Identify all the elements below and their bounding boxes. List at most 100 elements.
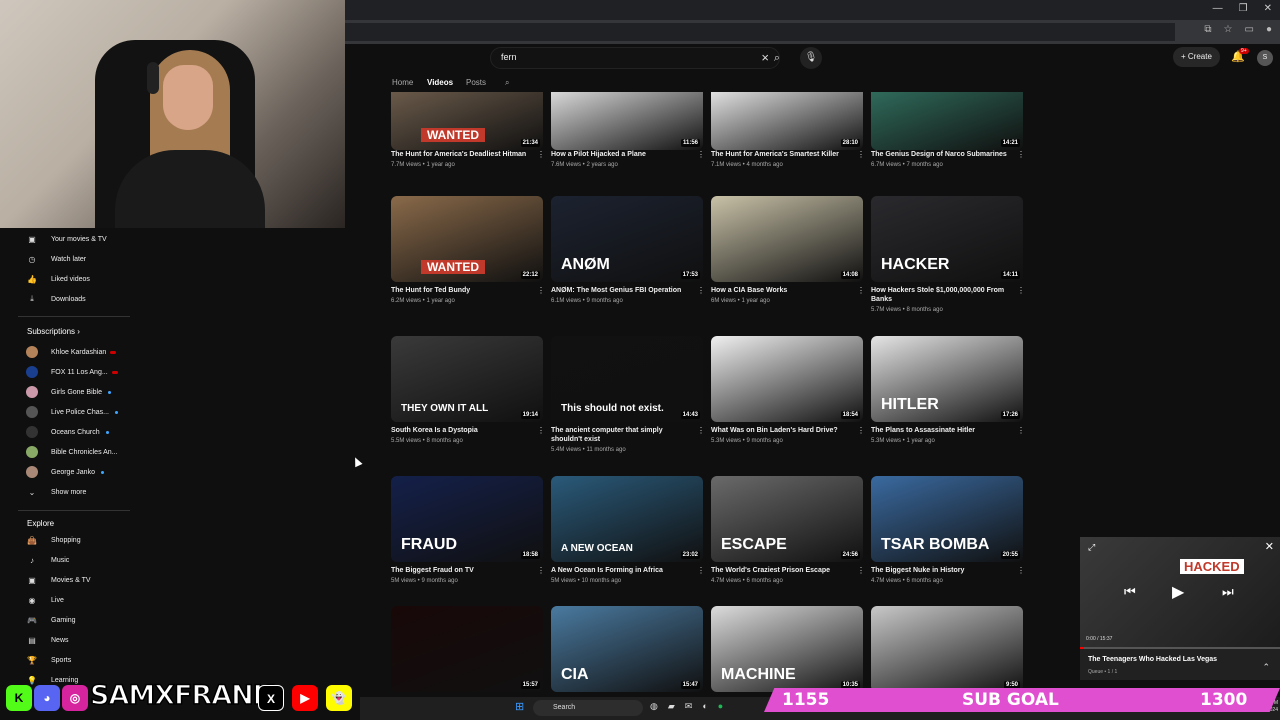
windows-start-icon[interactable]: ⊞ [515, 700, 524, 713]
video-thumbnail[interactable]: 14:21 [871, 92, 1023, 150]
sidebar-item-shopping[interactable]: 👜 Shopping [26, 530, 81, 550]
video-title[interactable]: How a Pilot Hijacked a Plane [551, 150, 691, 159]
bookmark-star-icon[interactable]: ☆ [1224, 24, 1233, 35]
sidebar-item-downloads[interactable]: ⤓ Downloads [26, 289, 85, 309]
video-card[interactable]: MACHINE 10:35 [711, 606, 865, 692]
sidebar-item-live[interactable]: ◉ Live [26, 590, 64, 610]
video-card[interactable]: This should not exist. 14:43 The ancient c… [551, 336, 705, 453]
video-title[interactable]: The Biggest Nuke in History [871, 566, 1011, 575]
chrome-icon[interactable]: ◍ [650, 701, 658, 712]
video-card[interactable]: FRAUD 18:58 The Biggest Fraud on TV 5M view… [391, 476, 545, 584]
avatar[interactable]: S [1257, 50, 1273, 66]
cast-icon[interactable]: ⧉ [1204, 24, 1211, 35]
subscriptions-heading[interactable]: Subscriptions › [27, 327, 80, 336]
video-title[interactable]: The Genius Design of Narco Submarines [871, 150, 1011, 159]
sidebar-item-sub[interactable]: George Janko [26, 462, 104, 482]
previous-icon[interactable]: ⏮ [1124, 584, 1136, 600]
sidebar-item-sub[interactable]: Oceans Church [26, 422, 109, 442]
video-card[interactable]: THEY OWN IT ALL 19:14 South Korea Is a Dys… [391, 336, 545, 444]
address-bar[interactable] [345, 23, 1175, 41]
more-options-icon[interactable]: ⋮ [537, 426, 545, 435]
video-title[interactable]: How a CIA Base Works [711, 286, 851, 295]
more-options-icon[interactable]: ⋮ [857, 150, 865, 159]
more-options-icon[interactable]: ⋮ [537, 566, 545, 575]
minimize-icon[interactable]: — [1213, 3, 1223, 14]
sidebar-item-sub[interactable]: Girls Gone Bible [26, 382, 111, 402]
video-thumbnail[interactable]: ANØM 17:53 [551, 196, 703, 282]
video-card[interactable]: 14:08 How a CIA Base Works 6M views • 1 ye… [711, 196, 865, 304]
play-icon[interactable]: ▶ [1172, 582, 1184, 602]
video-thumbnail[interactable]: HACKER 14:11 [871, 196, 1023, 282]
more-options-icon[interactable]: ⋮ [857, 426, 865, 435]
more-options-icon[interactable]: ⋮ [697, 286, 705, 295]
more-options-icon[interactable]: ⋮ [537, 286, 545, 295]
next-icon[interactable]: ⏭ [1222, 584, 1234, 600]
taskbar-search[interactable]: Search [533, 700, 643, 716]
more-options-icon[interactable]: ⋮ [857, 286, 865, 295]
video-thumbnail[interactable]: 18:54 [711, 336, 863, 422]
video-title[interactable]: What Was on Bin Laden's Hard Drive? [711, 426, 851, 435]
miniplayer[interactable]: ⤢ ✕ HACKED ⏮ ▶ ⏭ 0:00 / 15:37 The Teenag… [1080, 537, 1280, 680]
video-title[interactable]: The World's Craziest Prison Escape [711, 566, 851, 575]
more-options-icon[interactable]: ⋮ [1017, 426, 1025, 435]
video-thumbnail[interactable]: 15:57 [391, 606, 543, 692]
video-card[interactable]: ESCAPE 24:56 The World's Craziest Prison E… [711, 476, 865, 584]
video-title[interactable]: The Plans to Assassinate Hitler [871, 426, 1011, 435]
sidebar-item-movies[interactable]: ▣ Movies & TV [26, 570, 90, 590]
video-thumbnail[interactable]: 9:50 [871, 606, 1023, 692]
more-options-icon[interactable]: ⋮ [697, 566, 705, 575]
mail-icon[interactable]: ✉ [685, 701, 693, 712]
spotify-icon[interactable]: ● [718, 701, 723, 712]
video-thumbnail[interactable]: CIA 15:47 [551, 606, 703, 692]
video-card[interactable]: HITLER 17:26 The Plans to Assassinate Hitl… [871, 336, 1025, 444]
sidebar-item-sub[interactable]: Live Police Chas... [26, 402, 118, 422]
video-card[interactable]: WANTED 22:12 The Hunt for Ted Bundy 6.2M vi… [391, 196, 545, 304]
video-thumbnail[interactable]: 11:56 [551, 92, 703, 150]
more-options-icon[interactable]: ⋮ [537, 150, 545, 159]
sidebar-item-music[interactable]: ♪ Music [26, 550, 69, 570]
video-thumbnail[interactable]: WANTED 21:34 [391, 92, 543, 150]
video-thumbnail[interactable]: 28:10 [711, 92, 863, 150]
sidebar-item-sub[interactable]: Bible Chronicles An... [26, 442, 118, 462]
video-title[interactable]: The Biggest Fraud on TV [391, 566, 531, 575]
video-thumbnail[interactable]: HITLER 17:26 [871, 336, 1023, 422]
maximize-icon[interactable]: ❐ [1239, 3, 1248, 14]
sidebar-item-sub[interactable]: Khloe Kardashian [26, 342, 117, 362]
progress-bar[interactable] [1080, 647, 1280, 649]
video-thumbnail[interactable]: TSAR BOMBA 20:55 [871, 476, 1023, 562]
video-title[interactable]: A New Ocean Is Forming in Africa [551, 566, 691, 575]
video-card[interactable]: 15:57 [391, 606, 545, 692]
more-options-icon[interactable]: ⋮ [1017, 286, 1025, 295]
video-card[interactable]: 11:56 How a Pilot Hijacked a Plane 7.6M vi… [551, 64, 705, 168]
folder-icon[interactable]: ▰ [668, 701, 675, 712]
sidebar-item-news[interactable]: ▤ News [26, 630, 68, 650]
close-window-icon[interactable]: ✕ [1264, 3, 1272, 14]
video-card[interactable]: 9:50 [871, 606, 1025, 692]
more-options-icon[interactable]: ⋮ [1017, 150, 1025, 159]
video-title[interactable]: South Korea Is a Dystopia [391, 426, 531, 435]
video-title[interactable]: The Hunt for Ted Bundy [391, 286, 531, 295]
expand-icon[interactable]: ⤢ [1088, 542, 1095, 553]
sidebar-item-movies-tv[interactable]: ▣ Your movies & TV [26, 229, 106, 249]
video-card[interactable]: 14:21 The Genius Design of Narco Submarin… [871, 64, 1025, 168]
sidebar-item-liked[interactable]: 👍 Liked videos [26, 269, 90, 289]
video-title[interactable]: The Hunt for America's Smartest Killer [711, 150, 851, 159]
video-card[interactable]: HACKER 14:11 How Hackers Stole $1,000,000,… [871, 196, 1025, 313]
video-thumbnail[interactable]: A NEW OCEAN 23:02 [551, 476, 703, 562]
video-thumbnail[interactable]: WANTED 22:12 [391, 196, 543, 282]
sidepanel-icon[interactable]: ▭ [1245, 24, 1254, 35]
video-card[interactable]: WANTED 21:34 The Hunt for America's Deadli… [391, 64, 545, 168]
video-thumbnail[interactable]: This should not exist. 14:43 [551, 336, 703, 422]
video-thumbnail[interactable]: THEY OWN IT ALL 19:14 [391, 336, 543, 422]
video-title[interactable]: The ancient computer that simply shouldn… [551, 426, 691, 444]
more-options-icon[interactable]: ⋮ [857, 566, 865, 575]
video-title[interactable]: How Hackers Stole $1,000,000,000 From Ba… [871, 286, 1011, 304]
video-thumbnail[interactable]: FRAUD 18:58 [391, 476, 543, 562]
more-options-icon[interactable]: ⋮ [697, 150, 705, 159]
discord-icon[interactable]: ◐ [702, 701, 707, 712]
more-options-icon[interactable]: ⋮ [697, 426, 705, 435]
profile-icon[interactable]: ● [1266, 24, 1272, 35]
sidebar-item-watch-later[interactable]: ◷ Watch later [26, 249, 87, 269]
video-card[interactable]: 18:54 What Was on Bin Laden's Hard Drive?… [711, 336, 865, 444]
video-title[interactable]: The Hunt for America's Deadliest Hitman [391, 150, 531, 159]
